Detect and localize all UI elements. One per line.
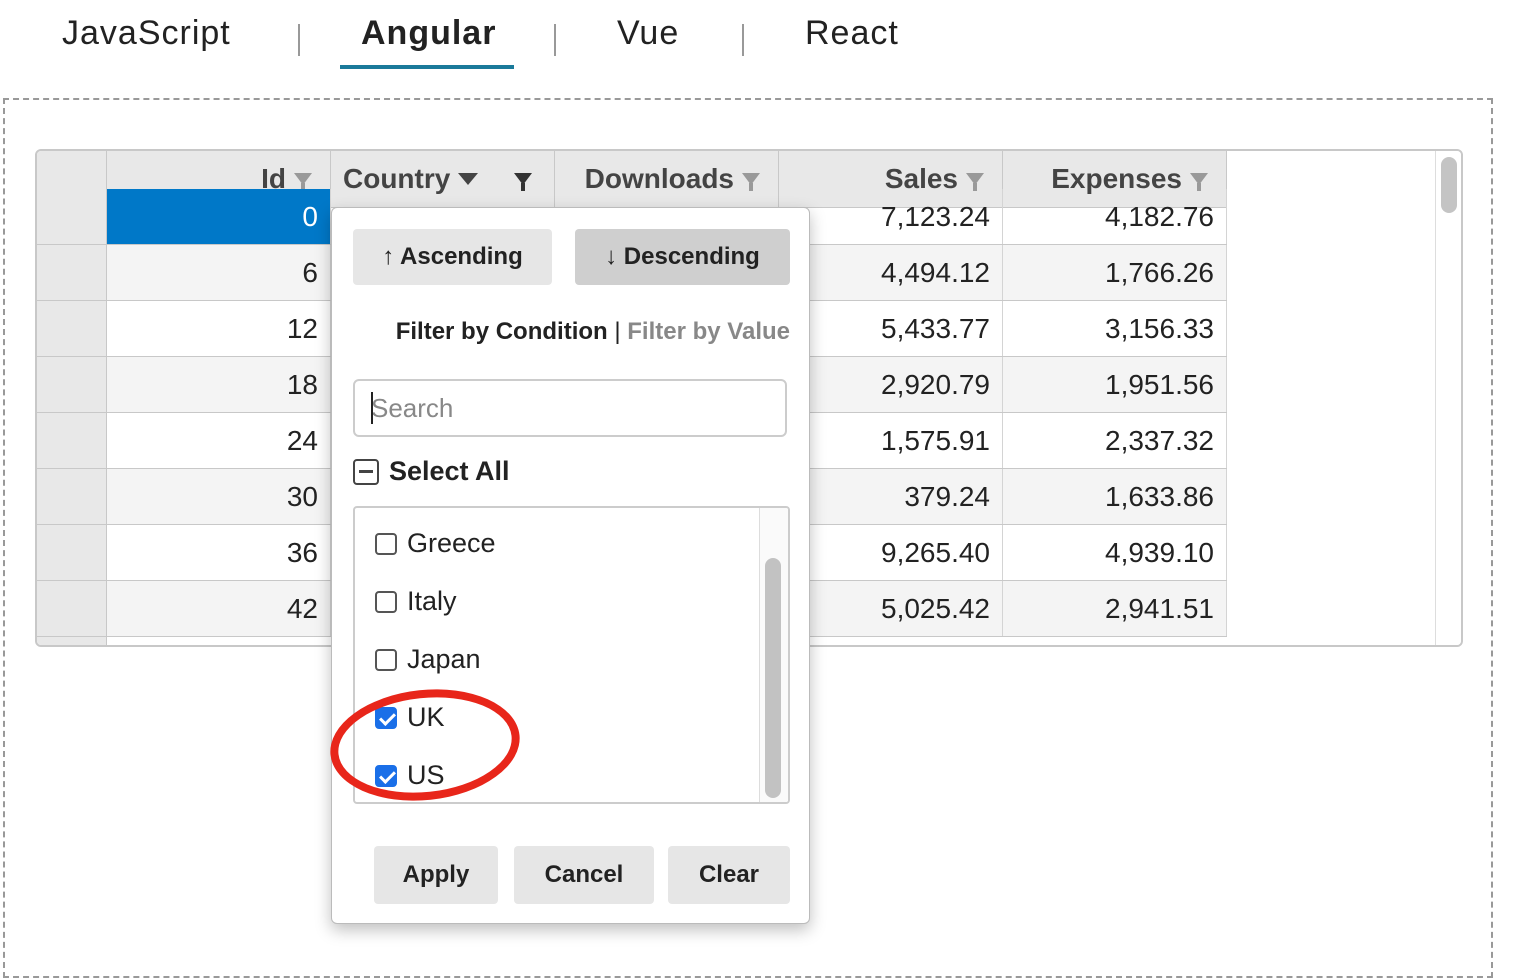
filter-icon[interactable]	[966, 173, 984, 191]
row-header[interactable]	[37, 357, 107, 412]
cell-id[interactable]: 24	[107, 413, 331, 468]
row-header[interactable]	[37, 413, 107, 468]
sort-descending-button[interactable]: ↓ Descending	[575, 229, 790, 285]
tab-vue[interactable]: Vue	[617, 14, 679, 53]
list-item[interactable]: Italy	[375, 586, 457, 617]
filter-icon[interactable]	[1190, 173, 1208, 191]
filter-mode-separator: |	[614, 318, 621, 345]
cell-expenses[interactable]: 1,766.26	[1003, 245, 1227, 300]
filter-dropdown: ↑ Ascending ↓ Descending Filter by Condi…	[331, 207, 810, 924]
filter-by-value-link[interactable]: Filter by Value	[627, 318, 790, 345]
checkbox[interactable]	[375, 590, 397, 613]
tab-javascript[interactable]: JavaScript	[62, 14, 231, 53]
apply-button[interactable]: Apply	[374, 846, 498, 904]
cell-id[interactable]: 36	[107, 525, 331, 580]
tab-angular[interactable]: Angular	[361, 14, 496, 53]
row-header[interactable]	[37, 525, 107, 580]
sort-descending-icon	[458, 173, 479, 185]
grid-scrollbar-thumb[interactable]	[1441, 157, 1457, 213]
framework-tabs: JavaScript Angular Vue React	[0, 0, 1526, 80]
cell-expenses[interactable]: 1,633.86	[1003, 469, 1227, 524]
cell-sales[interactable]: 4,494.12	[779, 245, 1003, 300]
cell-sales[interactable]: 379.24	[779, 469, 1003, 524]
cell-id[interactable]: 0	[107, 189, 331, 244]
list-item[interactable]: Greece	[375, 528, 496, 559]
tab-separator	[298, 24, 300, 56]
row-header[interactable]	[37, 245, 107, 300]
cell-expenses[interactable]: 2,337.32	[1003, 413, 1227, 468]
filter-icon[interactable]	[294, 173, 312, 191]
row-header[interactable]	[37, 581, 107, 636]
row-header[interactable]	[37, 301, 107, 356]
sort-ascending-button[interactable]: ↑ Ascending	[353, 229, 552, 285]
cell-expenses[interactable]: 4,939.10	[1003, 525, 1227, 580]
cell-id[interactable]: 6	[107, 245, 331, 300]
search-input[interactable]: Search	[353, 379, 787, 437]
tab-separator	[742, 24, 744, 56]
clear-button[interactable]: Clear	[668, 846, 790, 904]
list-scrollbar-thumb[interactable]	[765, 558, 781, 798]
search-placeholder: Search	[371, 392, 454, 423]
indeterminate-checkbox-icon	[353, 458, 379, 485]
checkbox[interactable]	[375, 532, 397, 555]
grid-scrollbar-track[interactable]	[1435, 151, 1461, 645]
list-item-label: Japan	[407, 644, 481, 674]
row-header[interactable]	[37, 189, 107, 244]
list-item-label: Greece	[407, 528, 496, 558]
list-item[interactable]: Japan	[375, 644, 481, 675]
tab-separator	[554, 24, 556, 56]
tab-react[interactable]: React	[805, 14, 899, 53]
text-caret	[371, 392, 373, 424]
cell-id[interactable]: 42	[107, 581, 331, 636]
row-header	[37, 637, 107, 645]
select-all-label: Select All	[389, 456, 510, 486]
cell-sales[interactable]: 1,575.91	[779, 413, 1003, 468]
cell-sales[interactable]: 5,433.77	[779, 301, 1003, 356]
cancel-button[interactable]: Cancel	[514, 846, 654, 904]
cell-expenses[interactable]: 1,951.56	[1003, 357, 1227, 412]
select-all-checkbox[interactable]: Select All	[353, 456, 510, 487]
cell-expenses[interactable]: 3,156.33	[1003, 301, 1227, 356]
filter-icon[interactable]	[514, 173, 533, 191]
active-tab-indicator	[340, 65, 514, 69]
checkbox[interactable]	[375, 648, 397, 671]
filter-mode-switch: Filter by Condition | Filter by Value	[332, 318, 790, 346]
cell-sales[interactable]: 5,025.42	[779, 581, 1003, 636]
cell-id[interactable]: 18	[107, 357, 331, 412]
cell-expenses[interactable]: 4,182.76	[1003, 189, 1227, 244]
cell-id[interactable]: 30	[107, 469, 331, 524]
list-item-label: Italy	[407, 586, 457, 616]
row-header[interactable]	[37, 469, 107, 524]
filter-icon[interactable]	[742, 173, 760, 191]
cell-sales[interactable]: 2,920.79	[779, 357, 1003, 412]
cell-expenses[interactable]: 2,941.51	[1003, 581, 1227, 636]
filter-by-condition-link[interactable]: Filter by Condition	[396, 318, 608, 345]
cell-sales[interactable]: 7,123.24	[779, 189, 1003, 244]
cell-sales[interactable]: 9,265.40	[779, 525, 1003, 580]
cell-id[interactable]: 12	[107, 301, 331, 356]
